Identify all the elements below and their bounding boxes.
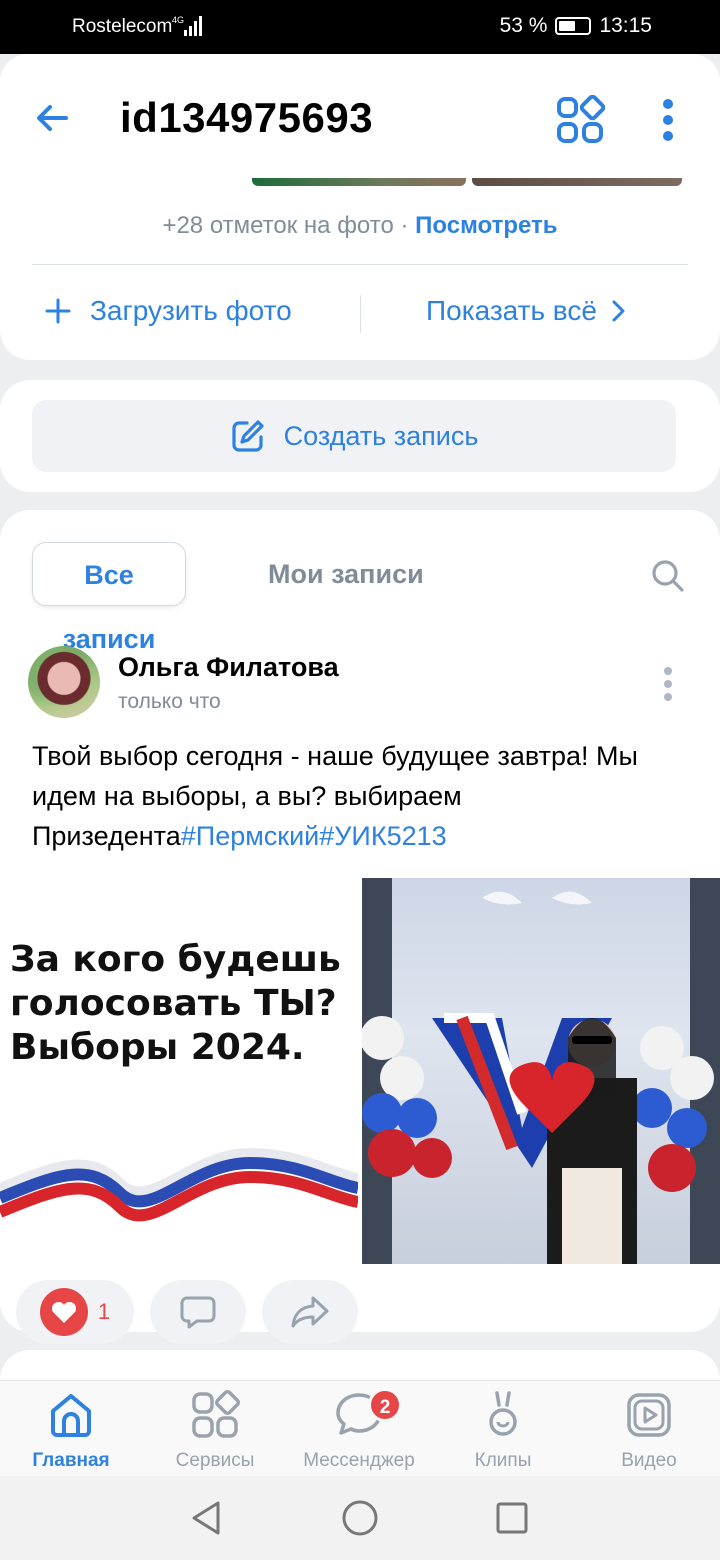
network-type: 4G (172, 15, 184, 25)
system-back-icon[interactable] (186, 1498, 226, 1538)
nav-messenger[interactable]: 2 Мессенджер (294, 1388, 424, 1472)
nav-label: Главная (32, 1450, 110, 1471)
post-image[interactable]: За кого будешь голосовать ТЫ? Выборы 202… (0, 878, 358, 1264)
photo-thumbnail[interactable] (252, 178, 466, 186)
share-icon (291, 1296, 329, 1328)
clock: 13:15 (599, 14, 652, 37)
photo-thumbnail[interactable] (472, 178, 682, 186)
post-image[interactable] (362, 878, 720, 1264)
view-tags-link[interactable]: Посмотреть (415, 212, 557, 239)
video-icon (627, 1393, 671, 1437)
tab-all-posts[interactable]: Все записи (32, 542, 186, 654)
post-header: Ольга Филатова только что (28, 646, 692, 722)
upload-photo-label: Загрузить фото (90, 295, 292, 326)
back-arrow-icon[interactable] (28, 94, 76, 142)
flag-ribbon-image (0, 1130, 358, 1222)
photo-tags-count: +28 отметок на фото (162, 212, 394, 239)
carrier-name: Rostelecom (72, 16, 173, 37)
divider (32, 264, 688, 265)
divider (360, 295, 361, 333)
nav-clips[interactable]: Клипы (438, 1389, 568, 1472)
plus-icon (45, 298, 71, 324)
status-bar: Rostelecom 4G 53 % 13:15 (0, 0, 720, 54)
upload-photo-button[interactable]: Загрузить фото (44, 295, 292, 327)
clips-icon (489, 1391, 517, 1436)
tab-my-posts[interactable]: Мои записи (252, 542, 440, 606)
nav-label: Мессенджер (303, 1450, 415, 1471)
wall-feed: Все записи Мои записи Ольга Филатова тол… (0, 510, 720, 1344)
battery-percent: 53 % (499, 14, 548, 37)
photos-section: +28 отметок на фото · Посмотреть Загрузи… (0, 160, 720, 360)
unread-badge: 2 (368, 1388, 402, 1422)
nav-video[interactable]: Видео (584, 1389, 714, 1472)
share-button[interactable] (262, 1280, 358, 1344)
services-grid-icon[interactable] (552, 92, 608, 148)
create-post-button[interactable]: Создать запись (32, 400, 676, 472)
create-post-label: Создать запись (283, 420, 479, 451)
post-time: только что (118, 690, 221, 713)
nav-label: Сервисы (175, 1450, 255, 1471)
post-menu-icon[interactable] (652, 662, 684, 706)
post-author[interactable]: Ольга Филатова (118, 652, 339, 683)
system-navigation-bar (0, 1476, 720, 1560)
comment-button[interactable] (150, 1280, 246, 1344)
election-photo (362, 878, 720, 1264)
services-icon (192, 1389, 241, 1438)
post-text: Твой выбор сегодня - наше будущее завтра… (32, 736, 688, 856)
show-all-label: Показать всё (426, 295, 597, 326)
home-icon (51, 1394, 91, 1437)
nav-label: Клипы (474, 1450, 532, 1471)
bottom-navigation: Главная Сервисы 2 Мессенджер Клипы Видео (0, 1380, 720, 1477)
page-title: id134975693 (120, 94, 374, 141)
image-caption: За кого будешь голосовать ТЫ? Выборы 202… (10, 939, 341, 1068)
edit-icon (232, 420, 264, 452)
hashtag-link[interactable]: #УИК5213 (319, 821, 446, 851)
search-icon[interactable] (646, 554, 690, 598)
hashtag-link[interactable]: #Пермский (181, 821, 320, 851)
like-button[interactable]: 1 (16, 1280, 134, 1344)
heart-icon (39, 1288, 88, 1336)
battery-icon (555, 17, 592, 35)
wall-tabs: Все записи Мои записи (32, 542, 690, 654)
nav-label: Видео (621, 1450, 677, 1471)
avatar[interactable] (28, 646, 100, 718)
nav-services[interactable]: Сервисы (150, 1389, 280, 1472)
signal-icon: 4G (172, 14, 206, 43)
show-all-photos-button[interactable]: Показать всё (426, 295, 625, 327)
create-post-section: Создать запись (0, 380, 720, 492)
nav-home[interactable]: Главная (6, 1389, 136, 1472)
system-home-icon[interactable] (340, 1498, 380, 1538)
post-reactions: 1 (16, 1280, 416, 1344)
comment-icon (180, 1296, 216, 1329)
chevron-right-icon (612, 300, 625, 322)
more-vertical-icon[interactable] (648, 92, 688, 148)
system-recents-icon[interactable] (494, 1500, 530, 1536)
like-count: 1 (97, 1299, 111, 1324)
photo-tags-line: +28 отметок на фото · Посмотреть (162, 212, 558, 239)
